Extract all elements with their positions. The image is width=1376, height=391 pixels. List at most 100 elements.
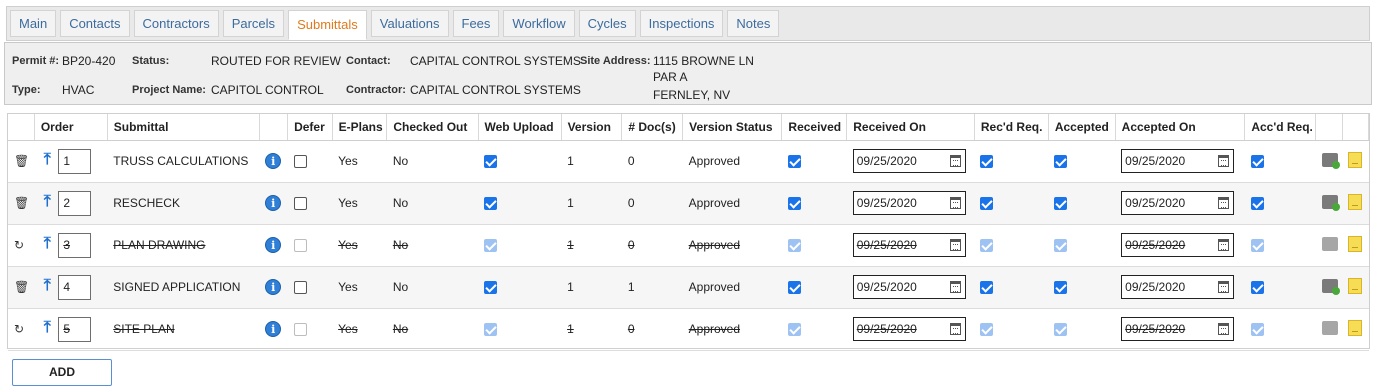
docs-count: 0 [627,322,635,336]
tab-submittals[interactable]: Submittals [288,10,367,40]
calendar-icon[interactable] [949,281,961,293]
calendar-icon[interactable] [949,239,961,251]
received-checkbox[interactable] [787,281,801,295]
recd-req-checkbox[interactable] [980,281,994,295]
accepted-on-date-field[interactable]: 09/25/2020 [1121,191,1235,215]
web-upload-checkbox[interactable] [484,197,498,211]
order-input[interactable]: 5 [58,316,92,342]
accepted-on-date-field[interactable]: 09/25/2020 [1121,149,1235,173]
recd-req-checkbox[interactable] [980,155,994,169]
defer-checkbox[interactable] [293,197,307,211]
document-check-icon[interactable] [1321,152,1340,169]
trash-icon[interactable]: 🗑 [14,280,29,294]
accd-req-checkbox[interactable] [1250,155,1264,169]
received-on-date-field[interactable]: 09/25/2020 [852,275,966,299]
accd-req-checkbox[interactable] [1250,281,1264,295]
arrow-up-icon[interactable]: ⤒ [40,152,54,168]
version-value: 1 [567,322,574,336]
web-upload-checkbox[interactable] [484,155,498,169]
tab-valuations[interactable]: Valuations [370,10,449,37]
table-row: ↻ ⤒ 3 PLAN DRAWING i Yes No 1 0 Approved … [8,224,1369,267]
accepted-checkbox[interactable] [1054,239,1068,253]
table-row: 🗑 ⤒ 4 SIGNED APPLICATION i Yes No 1 1 App… [8,266,1369,309]
received-on-date-field[interactable]: 09/25/2020 [852,317,966,341]
defer-checkbox[interactable] [293,239,307,253]
undo-icon[interactable]: ↻ [14,238,24,252]
accd-req-checkbox[interactable] [1250,239,1264,253]
undo-icon[interactable]: ↻ [14,322,24,336]
calendar-icon[interactable] [1218,323,1230,335]
accepted-checkbox[interactable] [1054,323,1068,337]
document-check-icon[interactable] [1321,320,1338,335]
calendar-icon[interactable] [949,155,961,167]
sticky-note-icon[interactable] [1348,193,1363,210]
received-checkbox[interactable] [787,239,801,253]
web-upload-checkbox[interactable] [484,239,498,253]
accepted-checkbox[interactable] [1054,155,1068,169]
accepted-on-date-field[interactable]: 09/25/2020 [1121,275,1235,299]
tab-main[interactable]: Main [10,10,57,37]
order-input[interactable]: 1 [58,148,92,174]
sticky-note-icon[interactable] [1348,235,1363,252]
tab-workflow[interactable]: Workflow [503,10,575,37]
order-input[interactable]: 4 [58,274,92,300]
recd-req-checkbox[interactable] [980,323,994,337]
arrow-up-icon[interactable]: ⤒ [40,320,54,336]
received-on-date-field[interactable]: 09/25/2020 [852,191,966,215]
version-value: 1 [567,238,574,252]
document-check-icon[interactable] [1321,236,1338,251]
received-checkbox[interactable] [787,155,801,169]
accd-req-checkbox[interactable] [1250,323,1264,337]
document-check-icon[interactable] [1321,194,1340,211]
accepted-checkbox[interactable] [1054,197,1068,211]
web-upload-checkbox[interactable] [484,323,498,337]
defer-checkbox[interactable] [293,281,307,295]
info-icon[interactable]: i [265,279,282,295]
recd-req-checkbox[interactable] [980,239,994,253]
tab-contractors[interactable]: Contractors [133,10,219,37]
order-input[interactable]: 2 [58,190,92,216]
received-checkbox[interactable] [787,197,801,211]
order-input[interactable]: 3 [58,232,92,258]
arrow-up-icon[interactable]: ⤒ [40,236,54,252]
tab-inspections[interactable]: Inspections [639,10,724,37]
sticky-note-icon[interactable] [1348,319,1363,336]
tab-fees[interactable]: Fees [452,10,500,37]
web-upload-checkbox[interactable] [484,281,498,295]
accepted-checkbox[interactable] [1054,281,1068,295]
calendar-icon[interactable] [1218,197,1230,209]
calendar-icon[interactable] [1218,281,1230,293]
accepted-on-date-field[interactable]: 09/25/2020 [1121,317,1235,341]
document-check-icon[interactable] [1321,278,1340,295]
info-icon[interactable]: i [265,321,282,337]
accd-req-checkbox[interactable] [1250,197,1264,211]
calendar-icon[interactable] [949,197,961,209]
sticky-note-icon[interactable] [1348,151,1363,168]
info-icon[interactable]: i [265,195,282,211]
version-value: 1 [567,196,574,210]
recd-req-checkbox[interactable] [980,197,994,211]
tab-parcels[interactable]: Parcels [222,10,285,37]
column-header: # Doc(s) [621,114,684,141]
defer-checkbox[interactable] [293,323,307,337]
add-button[interactable]: ADD [12,359,112,386]
arrow-up-icon[interactable]: ⤒ [40,194,54,210]
sticky-note-icon[interactable] [1348,277,1363,294]
received-on-date-field[interactable]: 09/25/2020 [852,149,966,173]
calendar-icon[interactable] [1218,155,1230,167]
arrow-up-icon[interactable]: ⤒ [40,278,54,294]
tab-notes[interactable]: Notes [727,10,780,37]
info-icon[interactable]: i [265,153,282,169]
received-on-date-field[interactable]: 09/25/2020 [852,233,966,257]
info-icon[interactable]: i [265,237,282,253]
trash-icon[interactable]: 🗑 [14,196,29,210]
tab-cycles[interactable]: Cycles [578,10,636,37]
defer-checkbox[interactable] [293,155,307,169]
calendar-icon[interactable] [1218,239,1230,251]
received-checkbox[interactable] [787,323,801,337]
calendar-icon[interactable] [949,323,961,335]
trash-icon[interactable]: 🗑 [14,154,29,168]
column-header: Submittal [107,114,260,141]
accepted-on-date-field[interactable]: 09/25/2020 [1121,233,1235,257]
tab-contacts[interactable]: Contacts [60,10,130,37]
